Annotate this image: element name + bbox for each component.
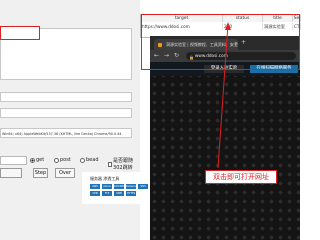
checkbox-box-icon — [108, 161, 113, 167]
radio-get-label: get — [36, 157, 45, 163]
chip-aws[interactable]: AWS — [90, 184, 100, 189]
radio-bead-label: bead — [86, 157, 99, 163]
header-input-2[interactable] — [0, 108, 132, 118]
radio-bead-dot-icon — [80, 157, 85, 163]
chip-smb[interactable]: SMB — [114, 191, 124, 196]
web-page: 登录入驻实验 在线扫描网络服务 — [150, 62, 300, 240]
method-row: get post bead 是否跟随302跳转 — [0, 156, 140, 171]
tool-chip-list: AWS Azure DOCKER Kubernetes SSH VPN FTP … — [90, 184, 148, 196]
highlight-frame — [141, 14, 300, 70]
over-button[interactable]: Over — [55, 168, 75, 178]
header-input-1[interactable] — [0, 92, 132, 102]
radio-bead[interactable]: bead — [80, 157, 99, 163]
step-button[interactable]: Step — [33, 168, 48, 178]
run-button[interactable] — [0, 168, 22, 178]
radio-get[interactable]: get — [30, 157, 44, 163]
chip-ssh[interactable]: SSH — [138, 184, 148, 189]
request-tool-panel: Win64; x64) AppleWebKit/537.36 (KHTML, l… — [0, 0, 140, 240]
chip-docker[interactable]: DOCKER — [114, 184, 125, 189]
radio-post[interactable]: post — [54, 157, 71, 163]
page-panel-title: 服务器 渗透工具 — [90, 176, 120, 181]
page-tools-panel: 服务器 渗透工具 AWS Azure DOCKER Kubernetes SSH… — [82, 172, 150, 204]
user-agent-field[interactable]: Win64; x64) AppleWebKit/537.36 (KHTML, l… — [0, 128, 132, 138]
chip-https[interactable]: HTTPS — [126, 191, 136, 196]
chip-kubernetes[interactable]: Kubernetes — [126, 184, 141, 189]
chip-vpn[interactable]: VPN — [90, 191, 100, 196]
url-input-highlight[interactable] — [0, 26, 40, 40]
chip-azure[interactable]: Azure — [102, 184, 112, 189]
chip-ftp[interactable]: FTP — [102, 191, 112, 196]
annotation-label: 双击即可打开网址 — [205, 170, 277, 184]
radio-post-label: post — [60, 157, 71, 163]
proxy-select[interactable] — [0, 156, 27, 165]
radio-get-dot-icon — [30, 157, 35, 163]
radio-post-dot-icon — [54, 157, 59, 163]
